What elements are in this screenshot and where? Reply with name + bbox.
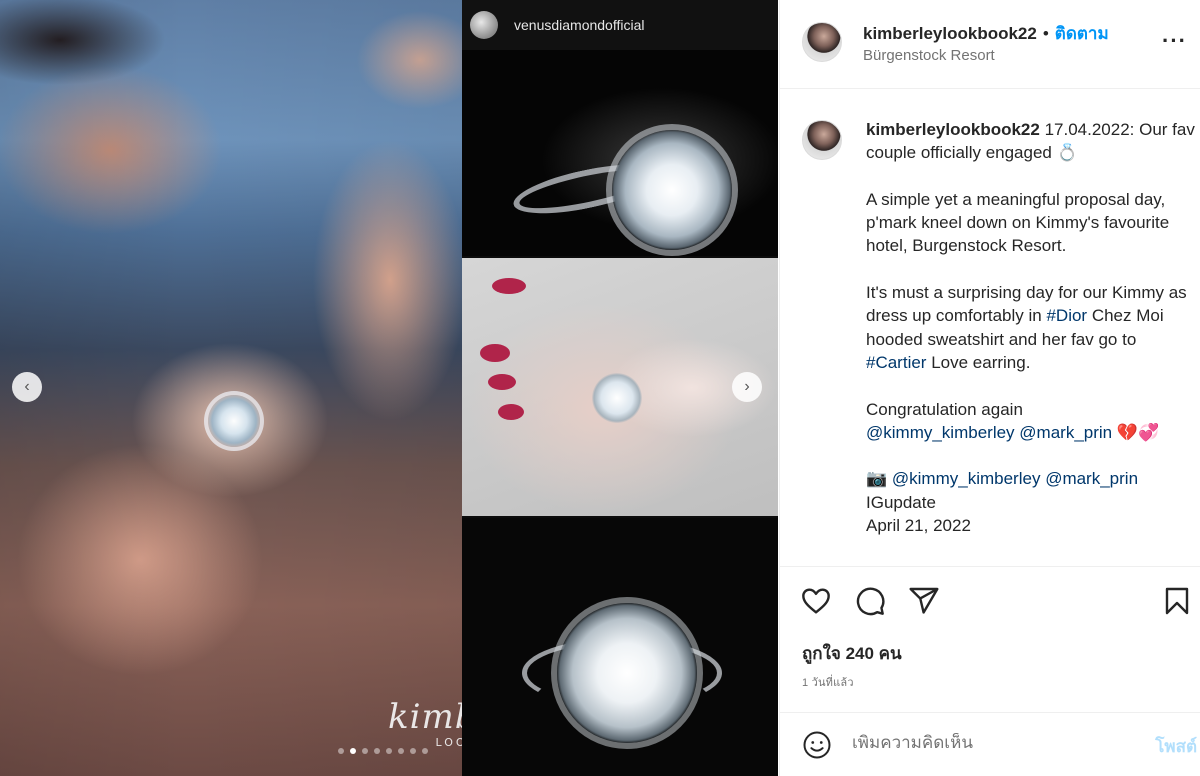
comment-bar: โพสต์ [780, 712, 1200, 776]
caption-text: kimberleylookbook22 17.04.2022: Our fav … [866, 118, 1196, 561]
hand-ring-photo [462, 258, 778, 516]
caption-credit: IGupdate [866, 492, 936, 512]
previous-slide-button[interactable]: ‹ [12, 372, 42, 402]
caption-para2: A simple yet a meaningful proposal day, … [866, 189, 1170, 256]
ring-product-photo [462, 518, 778, 776]
post-comment-button[interactable]: โพสต์ [1155, 733, 1197, 760]
post-header: kimberleylookbook22 • ติดตาม Bürgenstock… [780, 0, 1200, 89]
like-count[interactable]: ถูกใจ 240 คน [802, 640, 902, 667]
engagement-ring [208, 395, 260, 447]
post-media[interactable]: kimberley LOOKBOOK venusdiamondofficial … [0, 0, 778, 776]
avatar[interactable] [802, 120, 842, 160]
heart-icon[interactable] [800, 585, 832, 617]
carousel-dot [350, 748, 356, 754]
follow-button[interactable]: ติดตาม [1055, 20, 1109, 47]
emoji-icon[interactable] [802, 730, 832, 765]
post-actions: ถูกใจ 240 คน 1 วันที่แล้ว โพสต์ [780, 566, 1200, 776]
caption-area: kimberleylookbook22 17.04.2022: Our fav … [780, 90, 1200, 565]
carousel-dot [374, 748, 380, 754]
ring-diamond [557, 603, 697, 743]
location-link[interactable]: Bürgenstock Resort [863, 47, 995, 64]
bookmark-icon[interactable] [1161, 585, 1193, 617]
collage-handle: venusdiamondofficial [514, 17, 645, 33]
comment-icon[interactable] [854, 585, 886, 617]
carousel-dot [338, 748, 344, 754]
header-username[interactable]: kimberleylookbook22 [863, 24, 1037, 44]
hashtag-cartier[interactable]: #Cartier [866, 353, 926, 372]
post-timestamp[interactable]: 1 วันที่แล้ว [802, 673, 854, 691]
camera-emoji: 📷 [866, 469, 892, 489]
action-icons [800, 585, 940, 617]
carousel-indicator [338, 748, 428, 754]
collage-avatar [470, 11, 498, 39]
proposal-photo: kimberley LOOKBOOK [0, 0, 568, 776]
caption-text-span: Love earring. [926, 352, 1031, 372]
carousel-dot [386, 748, 392, 754]
mention-mark[interactable]: @mark_prin [1019, 423, 1112, 442]
mention-kimmy[interactable]: @kimmy_kimberley [892, 469, 1041, 488]
more-options-button[interactable]: ··· [1162, 28, 1187, 54]
carousel-dot [362, 748, 368, 754]
ring-collage: venusdiamondofficial [462, 0, 778, 776]
post-sidebar: kimberleylookbook22 • ติดตาม Bürgenstock… [779, 0, 1200, 776]
avatar[interactable] [802, 22, 842, 62]
caption-username[interactable]: kimberleylookbook22 [866, 120, 1040, 139]
next-slide-button[interactable]: › [732, 372, 762, 402]
header-user-row: kimberleylookbook22 • ติดตาม [863, 20, 1109, 47]
mention-kimmy[interactable]: @kimmy_kimberley [866, 423, 1015, 442]
nail-shape [488, 374, 516, 390]
carousel-dot [410, 748, 416, 754]
nail-shape [492, 278, 526, 294]
carousel-dot [422, 748, 428, 754]
caption-congrats: Congratulation again [866, 399, 1023, 419]
collage-header: venusdiamondofficial [462, 0, 778, 50]
nail-shape [480, 344, 510, 362]
hearts-emoji: 💔💞 [1112, 422, 1160, 442]
mention-mark[interactable]: @mark_prin [1045, 469, 1138, 488]
hashtag-dior[interactable]: #Dior [1046, 306, 1087, 325]
carousel-dot [398, 748, 404, 754]
separator-dot: • [1042, 23, 1049, 43]
comment-input[interactable] [852, 733, 1122, 753]
ring-diamond [592, 373, 642, 423]
caption-date: April 21, 2022 [866, 516, 971, 536]
ring-closeup-photo [462, 50, 778, 256]
nail-shape [498, 404, 524, 420]
share-icon[interactable] [908, 585, 940, 617]
ring-diamond [612, 130, 732, 250]
